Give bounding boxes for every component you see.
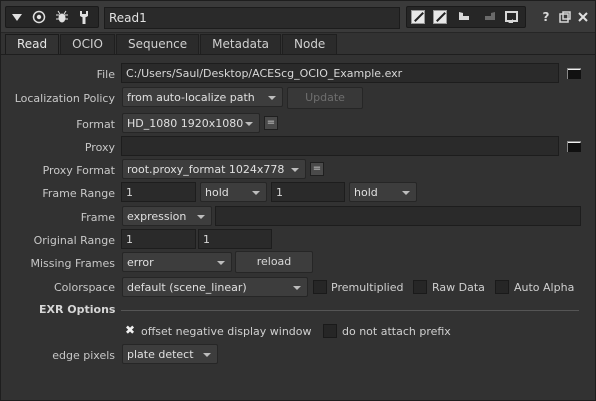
chevron-down-icon (12, 14, 22, 21)
raw-data-label: Raw Data (432, 281, 485, 294)
square-icon (411, 10, 425, 24)
frame-mode-value: expression (127, 210, 187, 223)
frame-expression-input[interactable] (215, 206, 581, 226)
update-button[interactable]: Update (287, 87, 363, 109)
bug-button[interactable] (51, 6, 73, 28)
tab-divider (1, 54, 595, 55)
raw-data-checkbox[interactable] (413, 280, 427, 294)
frame-range-end-mode-value: hold (354, 186, 378, 199)
close-icon (578, 12, 588, 22)
original-range-end-input[interactable]: 1 (198, 229, 272, 249)
colorspace-label: Colorspace (54, 281, 115, 294)
edge-pixels-dropdown[interactable]: plate detect (122, 344, 218, 364)
tab-ocio[interactable]: OCIO (60, 34, 115, 54)
missing-frames-label: Missing Frames (30, 257, 115, 270)
tab-node[interactable]: Node (282, 34, 338, 54)
color-button-2[interactable] (429, 6, 451, 28)
frame-range-end-mode-dropdown[interactable]: hold (349, 182, 417, 202)
missing-frames-dropdown[interactable]: error (122, 252, 232, 272)
revert-icon (505, 11, 518, 23)
proxy-format-dropdown[interactable]: root.proxy_format 1024x778 (122, 159, 306, 179)
bug-icon (56, 10, 68, 23)
redo-button[interactable] (478, 6, 500, 28)
premultiplied-label: Premultiplied (331, 281, 404, 294)
file-label: File (96, 68, 115, 81)
offset-negative-label: offset negative display window (141, 325, 312, 338)
frame-label: Frame (80, 211, 115, 224)
proxy-format-value: root.proxy_format 1024x778 (127, 163, 285, 176)
frame-range-start-mode-dropdown[interactable]: hold (200, 182, 267, 202)
format-edit-button[interactable]: = (264, 116, 278, 130)
colorspace-value: default (scene_linear) (127, 281, 247, 294)
collapse-button[interactable] (6, 6, 28, 28)
format-label: Format (76, 118, 115, 131)
frame-range-start-input[interactable]: 1 (121, 182, 196, 202)
properties-panel: Read1 ? Read OCIO Sequence Metadata Node… (0, 0, 596, 401)
frame-range-label: Frame Range (42, 187, 115, 200)
frame-range-start-mode-value: hold (205, 186, 229, 199)
tab-read[interactable]: Read (5, 34, 60, 55)
dropdown-arrow-icon (293, 286, 301, 290)
wrench-icon (80, 11, 88, 24)
color-button-1[interactable] (407, 6, 429, 28)
auto-alpha-checkbox[interactable] (495, 280, 509, 294)
undo-button[interactable] (454, 6, 476, 28)
dropdown-arrow-icon (197, 215, 205, 219)
record-icon (32, 10, 46, 24)
original-range-label: Original Range (33, 234, 115, 247)
frame-range-end-input[interactable]: 1 (271, 182, 345, 202)
edge-pixels-label: edge pixels (52, 349, 115, 362)
proxy-path-input[interactable] (121, 136, 559, 156)
reload-button[interactable]: reload (235, 251, 313, 273)
revert-button[interactable] (501, 6, 523, 28)
checkmark-icon: ✖ (124, 323, 136, 337)
node-title-bar: Read1 ? (1, 1, 595, 33)
redo-icon (485, 12, 495, 20)
localization-label: Localization Policy (14, 92, 115, 105)
split-square-icon (433, 10, 447, 24)
format-value: HD_1080 1920x1080 (127, 117, 244, 130)
tab-bar: Read OCIO Sequence Metadata Node (5, 34, 338, 55)
folder-icon-flap (568, 70, 581, 79)
file-path-input[interactable]: C:/Users/Saul/Desktop/ACEScg_OCIO_Exampl… (121, 63, 559, 83)
no-prefix-label: do not attach prefix (342, 325, 451, 338)
frame-mode-dropdown[interactable]: expression (122, 206, 212, 226)
colorspace-dropdown[interactable]: default (scene_linear) (122, 277, 308, 297)
tab-metadata[interactable]: Metadata (200, 34, 281, 54)
folder-icon-flap (568, 143, 581, 152)
undo-icon (459, 12, 469, 20)
dropdown-arrow-icon (291, 168, 299, 172)
auto-alpha-label: Auto Alpha (514, 281, 575, 294)
record-button[interactable] (28, 6, 50, 28)
proxy-format-label: Proxy Format (42, 164, 115, 177)
premultiplied-checkbox[interactable] (313, 280, 327, 294)
dropdown-arrow-icon (203, 353, 211, 357)
tab-sequence[interactable]: Sequence (115, 34, 200, 54)
format-dropdown[interactable]: HD_1080 1920x1080 (122, 113, 260, 133)
dropdown-arrow-icon (268, 96, 276, 100)
wrench-button[interactable] (73, 6, 95, 28)
dropdown-arrow-icon (217, 261, 225, 265)
offset-negative-checkbox[interactable]: ✖ (123, 324, 137, 338)
node-name-field[interactable]: Read1 (104, 7, 400, 29)
original-range-start-input[interactable]: 1 (121, 229, 196, 249)
close-button[interactable] (572, 6, 594, 28)
exr-options-heading: EXR Options (39, 303, 116, 316)
localization-value: from auto-localize path (127, 91, 255, 104)
file-browse-button[interactable] (567, 66, 581, 79)
float-icon (559, 11, 571, 23)
dropdown-arrow-icon (402, 191, 410, 195)
missing-frames-value: error (127, 256, 154, 269)
localization-dropdown[interactable]: from auto-localize path (122, 87, 283, 107)
exr-options-divider (121, 310, 579, 311)
proxy-browse-button[interactable] (567, 139, 581, 152)
help-icon: ? (542, 10, 550, 24)
dropdown-arrow-icon (252, 191, 260, 195)
proxy-label: Proxy (84, 141, 115, 154)
proxy-format-edit-button[interactable]: = (310, 162, 324, 176)
no-prefix-checkbox[interactable] (323, 324, 337, 338)
dropdown-arrow-icon (245, 122, 253, 126)
edge-pixels-value: plate detect (127, 348, 194, 361)
